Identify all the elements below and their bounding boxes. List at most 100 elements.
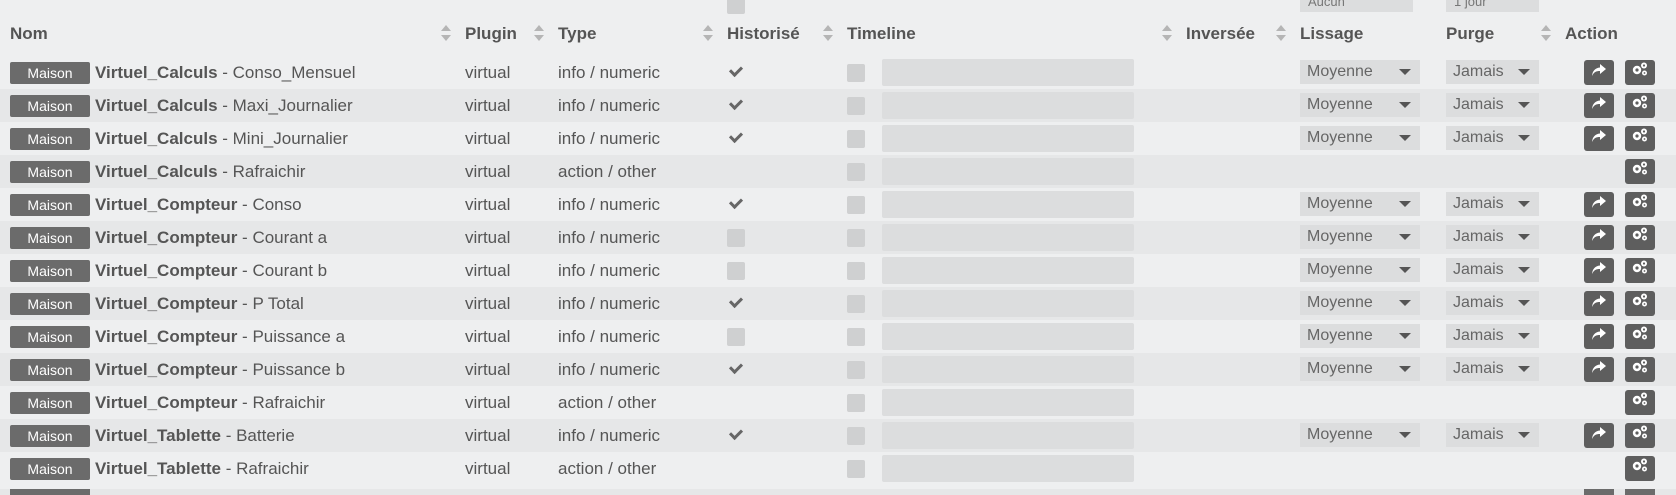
sort-icon[interactable] — [533, 23, 545, 45]
timeline-folder-input[interactable] — [882, 257, 1134, 284]
column-header-historise[interactable]: Historisé — [727, 14, 800, 54]
config-button[interactable] — [1625, 291, 1655, 316]
timeline-checkbox[interactable] — [847, 460, 865, 478]
lissage-select[interactable]: Moyenne — [1300, 126, 1420, 150]
timeline-checkbox[interactable] — [847, 163, 865, 181]
timeline-folder-input[interactable] — [882, 59, 1134, 86]
purge-select[interactable]: Jamais — [1446, 93, 1539, 117]
object-badge[interactable]: Maison — [10, 326, 90, 348]
equipment-name[interactable]: Virtuel_Tablette — [95, 459, 221, 478]
config-button[interactable] — [1625, 225, 1655, 250]
equipment-name[interactable]: Virtuel_Calculs — [95, 96, 218, 115]
purge-select[interactable]: Jamais — [1446, 291, 1539, 315]
lissage-select[interactable]: Moyenne — [1300, 93, 1420, 117]
column-header-nom[interactable]: Nom — [10, 14, 48, 54]
config-button[interactable] — [1625, 93, 1655, 118]
object-badge[interactable]: Maison — [10, 161, 90, 183]
timeline-folder-input[interactable] — [882, 158, 1134, 185]
goto-history-button[interactable] — [1584, 192, 1614, 217]
object-badge[interactable]: Maison — [10, 194, 90, 216]
timeline-checkbox[interactable] — [847, 328, 865, 346]
timeline-checkbox[interactable] — [847, 196, 865, 214]
config-button[interactable] — [1625, 159, 1655, 184]
equipment-name[interactable]: Virtuel_Calculs — [95, 162, 218, 181]
purge-select[interactable]: Jamais — [1446, 258, 1539, 282]
goto-button[interactable] — [1584, 489, 1614, 495]
column-header-purge[interactable]: Purge — [1446, 14, 1494, 54]
sort-icon[interactable] — [440, 23, 452, 45]
timeline-checkbox[interactable] — [847, 229, 865, 247]
purge-select[interactable]: Jamais — [1446, 324, 1539, 348]
equipment-name[interactable]: Virtuel_Compteur — [95, 393, 237, 412]
object-badge[interactable]: Maison — [10, 425, 90, 447]
lissage-select[interactable]: Moyenne — [1300, 60, 1420, 84]
equipment-name[interactable]: Virtuel_Calculs — [95, 129, 218, 148]
config-button[interactable] — [1625, 489, 1655, 495]
historise-checkbox[interactable] — [727, 328, 745, 346]
config-button[interactable] — [1625, 357, 1655, 382]
object-badge[interactable]: Maison — [10, 392, 90, 414]
lissage-select[interactable]: Moyenne — [1300, 423, 1420, 447]
goto-history-button[interactable] — [1584, 93, 1614, 118]
timeline-folder-input[interactable] — [882, 92, 1134, 119]
timeline-checkbox[interactable] — [847, 130, 865, 148]
historise-checkbox[interactable] — [727, 64, 745, 82]
lissage-select[interactable]: Moyenne — [1300, 225, 1420, 249]
column-header-timeline[interactable]: Timeline — [847, 14, 916, 54]
historise-checkbox[interactable] — [727, 97, 745, 115]
purge-default-select[interactable]: 1 jour — [1446, 0, 1539, 12]
lissage-default-select[interactable]: Aucun — [1300, 0, 1413, 12]
config-button[interactable] — [1625, 126, 1655, 151]
historise-all-checkbox[interactable] — [727, 0, 745, 14]
lissage-select[interactable]: Moyenne — [1300, 258, 1420, 282]
column-header-type[interactable]: Type — [558, 14, 596, 54]
config-button[interactable] — [1625, 390, 1655, 415]
object-badge[interactable]: Maison — [10, 227, 90, 249]
purge-select[interactable]: Jamais — [1446, 423, 1539, 447]
timeline-folder-input[interactable] — [882, 290, 1134, 317]
config-button[interactable] — [1625, 423, 1655, 448]
goto-history-button[interactable] — [1584, 258, 1614, 283]
timeline-folder-input[interactable] — [882, 125, 1134, 152]
goto-history-button[interactable] — [1584, 324, 1614, 349]
config-button[interactable] — [1625, 192, 1655, 217]
config-button[interactable] — [1625, 456, 1655, 481]
timeline-checkbox[interactable] — [847, 97, 865, 115]
timeline-checkbox[interactable] — [847, 262, 865, 280]
timeline-folder-input[interactable] — [882, 191, 1134, 218]
goto-history-button[interactable] — [1584, 126, 1614, 151]
purge-select[interactable]: Jamais — [1446, 225, 1539, 249]
object-badge[interactable]: Maison — [10, 128, 90, 150]
purge-select[interactable]: Jamais — [1446, 126, 1539, 150]
object-badge[interactable]: Maison — [10, 260, 90, 282]
sort-icon[interactable] — [1540, 23, 1552, 45]
object-badge[interactable]: Maison — [10, 293, 90, 315]
historise-checkbox[interactable] — [727, 427, 745, 445]
historise-checkbox[interactable] — [727, 295, 745, 313]
goto-history-button[interactable] — [1584, 225, 1614, 250]
historise-checkbox[interactable] — [727, 262, 745, 280]
purge-select[interactable]: Jamais — [1446, 357, 1539, 381]
timeline-folder-input[interactable] — [882, 455, 1134, 482]
column-header-inversee[interactable]: Inversée — [1186, 14, 1255, 54]
column-header-plugin[interactable]: Plugin — [465, 14, 517, 54]
timeline-folder-input[interactable] — [882, 224, 1134, 251]
sort-icon[interactable] — [1275, 23, 1287, 45]
equipment-name[interactable]: Virtuel_Compteur — [95, 228, 237, 247]
object-badge[interactable]: Maison — [10, 95, 90, 117]
lissage-select[interactable]: Moyenne — [1300, 291, 1420, 315]
config-button[interactable] — [1625, 258, 1655, 283]
timeline-folder-input[interactable] — [882, 422, 1134, 449]
sort-icon[interactable] — [702, 23, 714, 45]
column-header-lissage[interactable]: Lissage — [1300, 14, 1363, 54]
timeline-checkbox[interactable] — [847, 427, 865, 445]
timeline-folder-input[interactable] — [882, 323, 1134, 350]
equipment-name[interactable]: Virtuel_Tablette — [95, 426, 221, 445]
purge-select[interactable]: Jamais — [1446, 192, 1539, 216]
equipment-name[interactable]: Virtuel_Compteur — [95, 195, 237, 214]
equipment-name[interactable]: Virtuel_Compteur — [95, 327, 237, 346]
goto-history-button[interactable] — [1584, 291, 1614, 316]
lissage-select[interactable]: Moyenne — [1300, 192, 1420, 216]
historise-checkbox[interactable] — [727, 229, 745, 247]
timeline-folder-input[interactable] — [882, 356, 1134, 383]
